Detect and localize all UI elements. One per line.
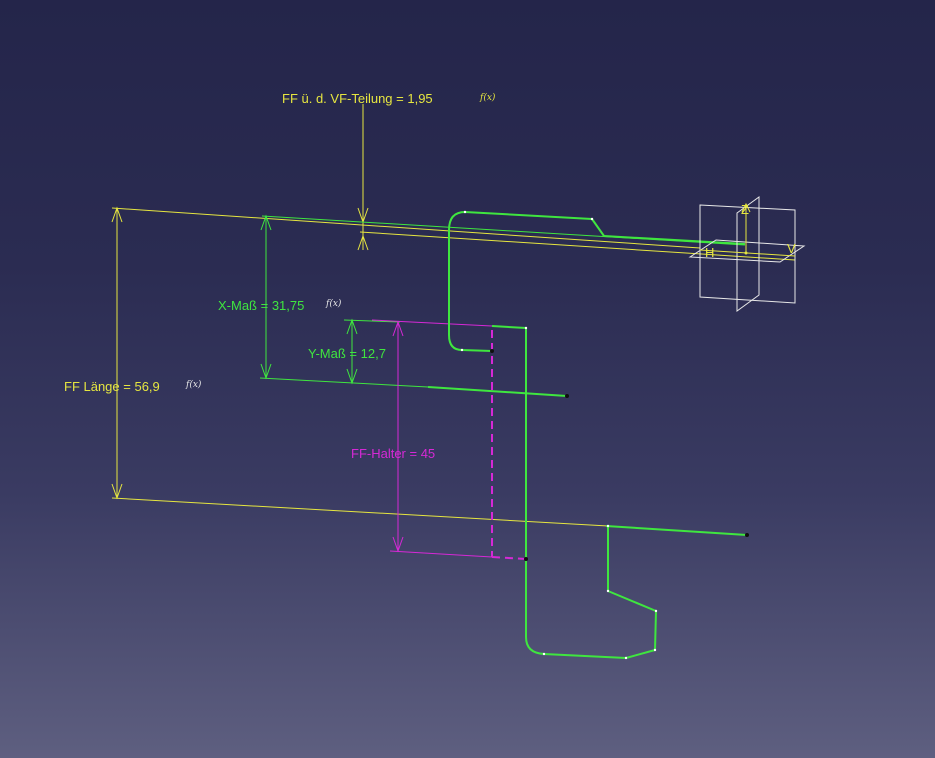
profile-bottom-line[interactable] (605, 525, 748, 536)
ff-halter-dashed-bottom[interactable] (491, 556, 527, 560)
profile-vertices (460, 210, 658, 660)
ff-vf-formula-icon[interactable]: f(x) (479, 92, 496, 103)
ff-halter-bottom-line[interactable] (389, 550, 493, 558)
ff-laenge-label[interactable]: FF Länge = 56,9 (64, 379, 160, 394)
ff-halter-top-line[interactable] (371, 319, 493, 327)
axis-origin-point (744, 251, 748, 255)
axis-label-v: V (787, 241, 796, 256)
x-mass-extension-line (259, 377, 429, 388)
profile-endpoints (490, 349, 749, 561)
x-mass-formula-icon[interactable]: f(x) (325, 298, 342, 309)
main-web-profile[interactable] (491, 325, 657, 659)
ff-vf-label[interactable]: FF ü. d. VF-Teilung = 1,95 (282, 91, 433, 106)
y-mass-label[interactable]: Y-Maß = 12,7 (308, 346, 386, 361)
vf-parting-line[interactable] (359, 231, 796, 261)
top-reference-line[interactable] (111, 207, 701, 249)
ff-halter-label[interactable]: FF-Halter = 45 (351, 446, 435, 461)
x-mass-label[interactable]: X-Maß = 31,75 (218, 298, 304, 313)
axis-label-h: H (705, 245, 714, 260)
green-profile (261, 210, 749, 660)
yellow-construction-lines (111, 104, 796, 527)
profile-mid-line[interactable] (427, 386, 568, 397)
bottom-reference-line[interactable] (111, 497, 609, 527)
sketch-viewport[interactable]: Z H V FF ü. d. VF-Teilung = 1,95 f(x) X-… (0, 0, 935, 758)
ff-laenge-formula-icon[interactable]: f(x) (185, 379, 202, 390)
axis-label-z: Z (741, 202, 749, 217)
magenta-ff-halter (371, 319, 527, 560)
